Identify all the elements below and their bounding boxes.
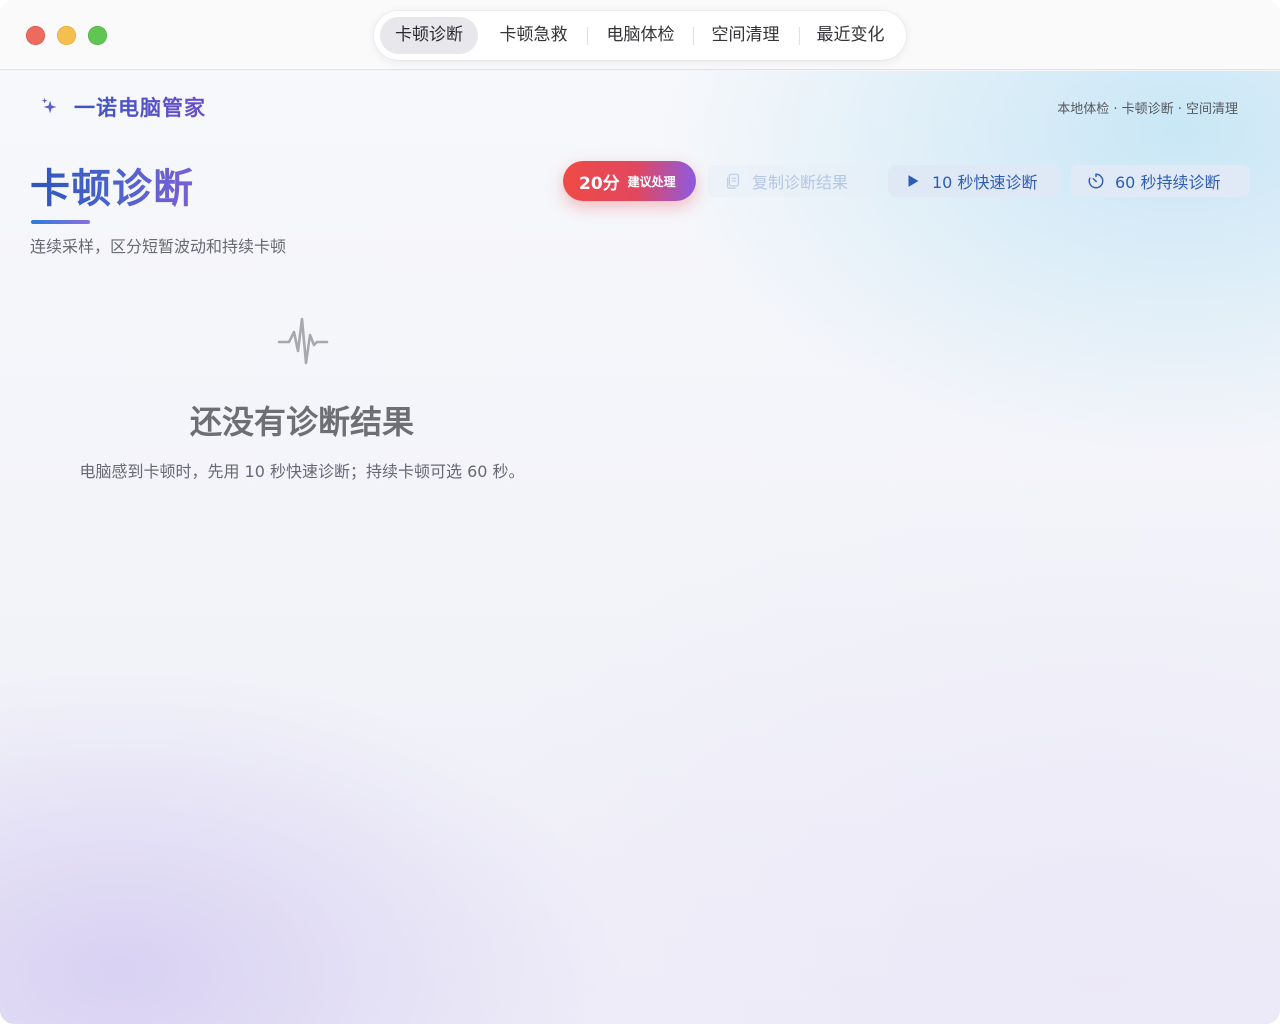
close-window-button[interactable] bbox=[26, 26, 45, 45]
tab-space-cleanup[interactable]: 空间清理 bbox=[695, 17, 796, 54]
tab-pc-checkup[interactable]: 电脑体检 bbox=[590, 17, 691, 54]
app-name: 一诺电脑管家 bbox=[74, 92, 206, 122]
quick-diagnosis-label: 10 秒快速诊断 bbox=[932, 173, 1038, 192]
long-diagnosis-label: 60 秒持续诊断 bbox=[1115, 173, 1221, 192]
empty-state-description: 电脑感到卡顿时，先用 10 秒快速诊断；持续卡顿可选 60 秒。 bbox=[79, 462, 525, 481]
tab-lag-rescue[interactable]: 卡顿急救 bbox=[483, 17, 584, 54]
score-badge: 20分 建议处理 bbox=[563, 161, 696, 201]
page-title: 卡顿诊断 bbox=[30, 163, 194, 215]
tab-lag-diagnosis[interactable]: 卡顿诊断 bbox=[380, 17, 478, 54]
long-diagnosis-button[interactable]: 60 秒持续诊断 bbox=[1071, 165, 1250, 197]
brand: 一诺电脑管家 bbox=[40, 93, 206, 121]
copy-document-icon bbox=[726, 173, 740, 189]
score-value: 20分 bbox=[579, 173, 620, 194]
quick-diagnosis-button[interactable]: 10 秒快速诊断 bbox=[888, 165, 1060, 197]
zoom-window-button[interactable] bbox=[88, 26, 107, 45]
app-window: 卡顿诊断 卡顿急救 电脑体检 空间清理 最近变化 一诺电脑管家 本地体检 · 卡… bbox=[0, 0, 1280, 1024]
copy-results-label: 复制诊断结果 bbox=[752, 173, 849, 192]
main-content: 一诺电脑管家 本地体检 · 卡顿诊断 · 空间清理 卡顿诊断 连续采样，区分短暂… bbox=[0, 71, 1280, 1024]
score-hint: 建议处理 bbox=[627, 174, 676, 189]
sparkles-icon bbox=[41, 97, 57, 114]
minimize-window-button[interactable] bbox=[57, 26, 76, 45]
play-icon bbox=[908, 175, 919, 187]
copy-results-button[interactable]: 复制诊断结果 bbox=[708, 165, 877, 197]
pulse-waveform-icon bbox=[277, 317, 329, 365]
title-bar: 卡顿诊断 卡顿急救 电脑体检 空间清理 最近变化 bbox=[0, 0, 1280, 70]
timer-icon bbox=[1088, 173, 1104, 189]
tab-recent-changes[interactable]: 最近变化 bbox=[800, 17, 901, 54]
title-underline bbox=[31, 220, 90, 224]
tab-divider bbox=[587, 27, 588, 45]
main-tab-bar: 卡顿诊断 卡顿急救 电脑体检 空间清理 最近变化 bbox=[374, 11, 906, 60]
empty-state-title: 还没有诊断结果 bbox=[189, 403, 414, 441]
page-subtitle: 连续采样，区分短暂波动和持续卡顿 bbox=[30, 237, 287, 256]
breadcrumb: 本地体检 · 卡顿诊断 · 空间清理 bbox=[1057, 102, 1238, 117]
tab-divider bbox=[693, 27, 694, 45]
